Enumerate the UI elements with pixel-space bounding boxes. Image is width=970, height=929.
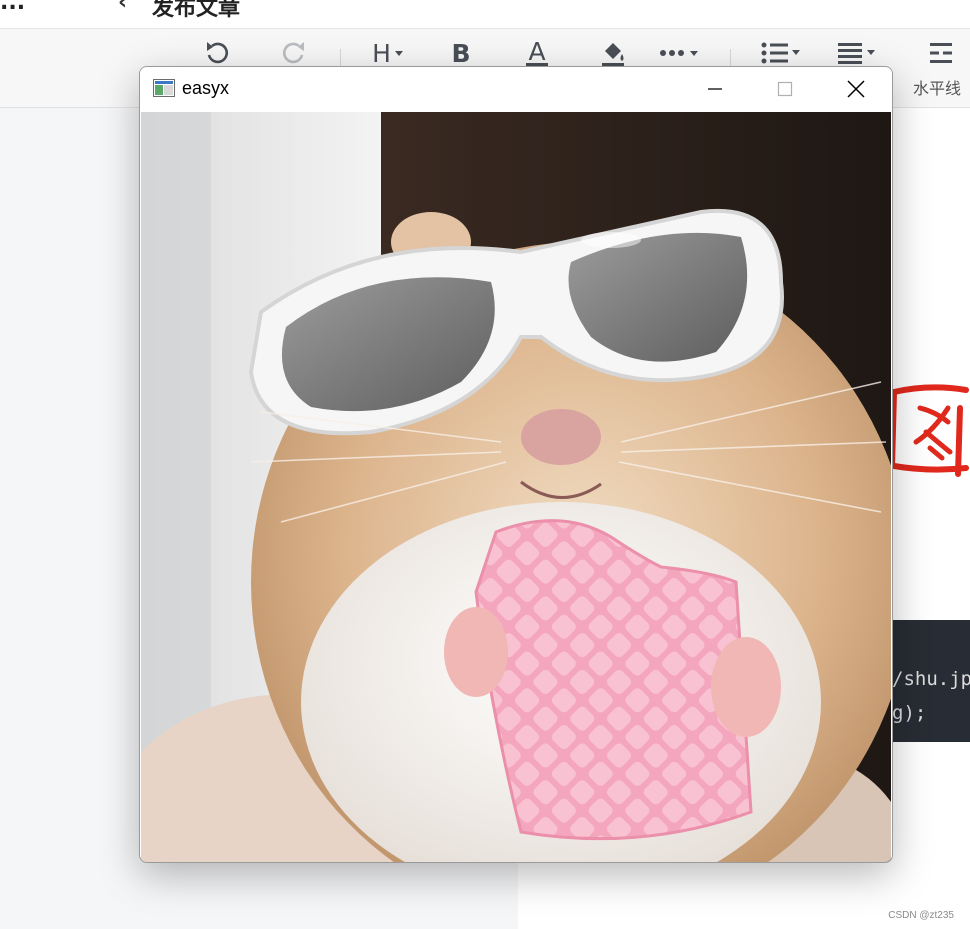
chevron-down-icon (394, 51, 403, 56)
minimize-icon (708, 88, 722, 90)
heading-glyph: H (372, 38, 391, 68)
editor-header: ... ‹ 发布文章 (0, 0, 970, 29)
maximize-button[interactable] (751, 67, 819, 111)
app-window-icon (153, 79, 175, 97)
code-block: /shu.jp g); (888, 620, 970, 742)
minimize-button[interactable] (681, 67, 749, 111)
window-title: easyx (182, 78, 230, 98)
hamster-image (141, 112, 891, 862)
watermark: CSDN @zt235 (888, 910, 954, 921)
close-icon (847, 80, 865, 98)
page-title: 发布文章 (152, 0, 241, 21)
horizontal-rule-icon[interactable] (924, 35, 958, 71)
code-line: /shu.jp (892, 668, 970, 690)
close-button[interactable] (822, 67, 890, 111)
back-chevron-icon[interactable]: ‹ (118, 0, 127, 15)
screen: ... ‹ 发布文章 H B A 水平线 /shu.jp g); easyx C… (0, 0, 970, 929)
header-crumb-left: ... (0, 0, 26, 15)
handwritten-sketch (890, 384, 969, 477)
bold-glyph: B (451, 38, 471, 68)
easyx-window[interactable]: easyx (139, 66, 893, 863)
maximize-icon (777, 81, 793, 97)
horizontal-rule-label: 水平线 (913, 79, 962, 98)
window-titlebar[interactable]: easyx (140, 67, 892, 111)
code-line: g); (892, 702, 927, 724)
font-color-glyph: A (528, 36, 546, 66)
